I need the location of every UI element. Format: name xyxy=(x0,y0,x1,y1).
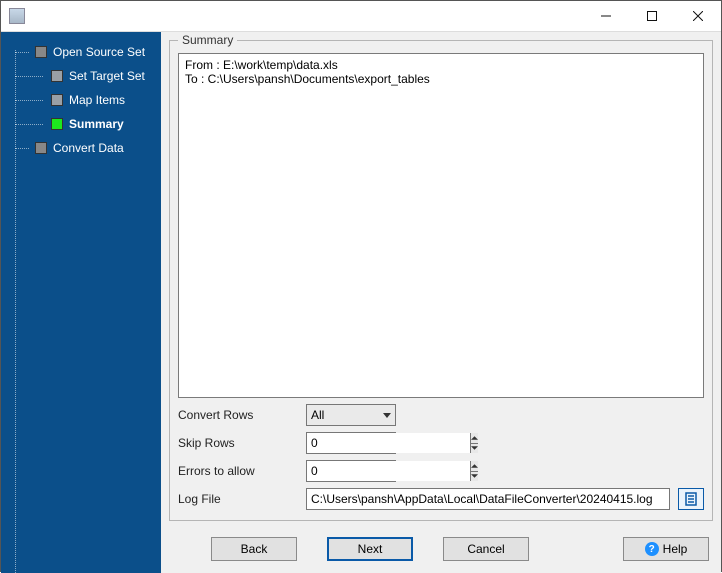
step-label: Convert Data xyxy=(53,141,124,155)
cancel-button[interactable]: Cancel xyxy=(443,537,529,561)
step-label: Summary xyxy=(69,117,124,131)
row-log-file: Log File xyxy=(178,488,704,510)
row-convert-rows: Convert Rows All xyxy=(178,404,704,426)
step-box-icon xyxy=(35,46,47,58)
next-button[interactable]: Next xyxy=(327,537,413,561)
spin-up-icon[interactable] xyxy=(471,461,478,472)
skip-rows-input[interactable] xyxy=(307,433,470,453)
convert-rows-value: All xyxy=(311,408,324,422)
maximize-button[interactable] xyxy=(629,1,675,31)
errors-spinner[interactable] xyxy=(306,460,396,482)
summary-text-area[interactable]: From : E:\work\temp\data.xls To : C:\Use… xyxy=(178,53,704,398)
convert-rows-dropdown[interactable]: All xyxy=(306,404,396,426)
step-label: Open Source Set xyxy=(53,45,145,59)
step-box-icon xyxy=(35,142,47,154)
wizard-sidebar: Open Source Set Set Target Set Map Items… xyxy=(1,32,161,573)
errors-input[interactable] xyxy=(307,461,470,481)
close-button[interactable] xyxy=(675,1,721,31)
step-box-icon xyxy=(51,70,63,82)
help-icon: ? xyxy=(645,542,659,556)
chevron-down-icon xyxy=(383,413,391,418)
step-open-source-set[interactable]: Open Source Set xyxy=(1,40,161,64)
skip-rows-label: Skip Rows xyxy=(178,436,298,450)
step-convert-data[interactable]: Convert Data xyxy=(1,136,161,160)
row-errors-allow: Errors to allow xyxy=(178,460,704,482)
groupbox-title: Summary xyxy=(178,33,237,47)
summary-groupbox: Summary From : E:\work\temp\data.xls To … xyxy=(169,40,713,521)
log-file-input[interactable] xyxy=(306,488,670,510)
app-icon xyxy=(9,8,25,24)
minimize-button[interactable] xyxy=(583,1,629,31)
back-button[interactable]: Back xyxy=(211,537,297,561)
main-panel: Summary From : E:\work\temp\data.xls To … xyxy=(161,32,721,573)
skip-rows-spinner[interactable] xyxy=(306,432,396,454)
errors-label: Errors to allow xyxy=(178,464,298,478)
button-bar: Back Next Cancel ? Help xyxy=(169,529,713,565)
convert-rows-label: Convert Rows xyxy=(178,408,298,422)
step-label: Set Target Set xyxy=(69,69,145,83)
browse-log-button[interactable] xyxy=(678,488,704,510)
log-file-label: Log File xyxy=(178,492,298,506)
row-skip-rows: Skip Rows xyxy=(178,432,704,454)
title-bar xyxy=(1,1,721,32)
spin-up-icon[interactable] xyxy=(471,433,478,444)
spin-down-icon[interactable] xyxy=(471,472,478,482)
spin-down-icon[interactable] xyxy=(471,444,478,454)
help-button[interactable]: ? Help xyxy=(623,537,709,561)
step-box-icon xyxy=(51,94,63,106)
step-label: Map Items xyxy=(69,93,125,107)
document-icon xyxy=(684,492,698,506)
step-map-items[interactable]: Map Items xyxy=(1,88,161,112)
options-form: Convert Rows All Skip Rows xyxy=(178,398,704,512)
step-summary[interactable]: Summary xyxy=(1,112,161,136)
step-box-icon xyxy=(51,118,63,130)
step-set-target-set[interactable]: Set Target Set xyxy=(1,64,161,88)
